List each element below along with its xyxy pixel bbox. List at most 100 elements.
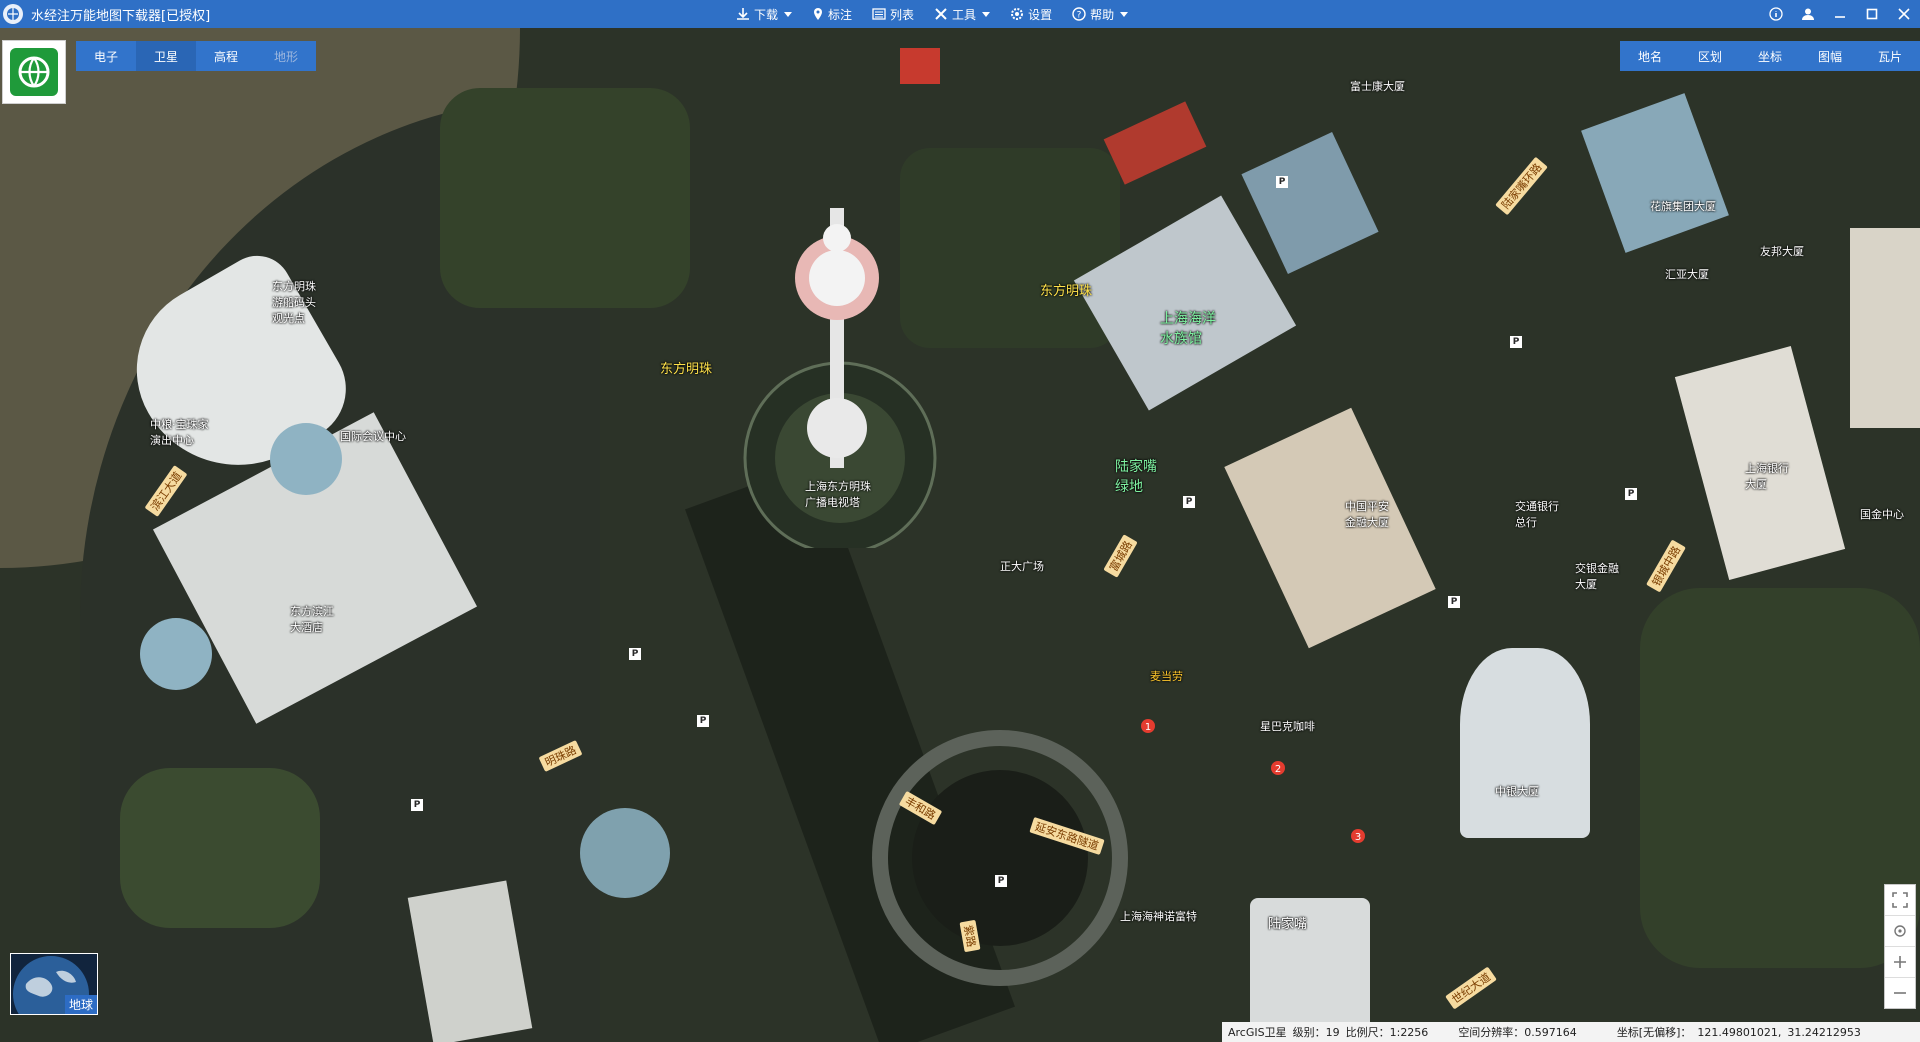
parking-marker[interactable]: P xyxy=(1510,336,1522,348)
globe-label: 地球 xyxy=(64,995,97,1014)
info-button[interactable] xyxy=(1760,0,1792,28)
satellite-map[interactable]: 延安东路隧道 世纪大道 陆家嘴环路 富城路 滨江大道 明珠路 银城中路 丰和路 … xyxy=(0,28,1920,1042)
map-label-shanghai-bank: 上海银行 大厦 xyxy=(1745,462,1789,491)
pingan-tower xyxy=(1224,407,1436,649)
parking-marker[interactable]: P xyxy=(1625,488,1637,500)
map-type-switcher: 电子 卫星 高程 地形 xyxy=(76,41,316,71)
map-label-pier: 东方明珠 游船码头 观光点 xyxy=(272,280,316,325)
riverside-park xyxy=(120,768,320,928)
maximize-button[interactable] xyxy=(1856,0,1888,28)
app-globe-logo[interactable] xyxy=(2,40,66,104)
toggle-place-names[interactable]: 地名 xyxy=(1620,41,1680,71)
toggle-coordinates[interactable]: 坐标 xyxy=(1740,41,1800,71)
east-park xyxy=(1640,588,1920,968)
pedestrian-roundabout xyxy=(872,730,1128,986)
menu-label: 工具 xyxy=(952,7,977,22)
locate-icon xyxy=(1894,925,1906,937)
menu-download[interactable]: 下载 xyxy=(726,0,802,28)
map-label-bank-china: 中银大厦 xyxy=(1495,785,1539,798)
marker-3[interactable]: 3 xyxy=(1350,828,1366,844)
map-label-cafe: 星巴克咖啡 xyxy=(1260,720,1315,733)
globe-view-button[interactable]: 地球 xyxy=(10,953,98,1015)
toggle-districts[interactable]: 区划 xyxy=(1680,41,1740,71)
road-label: 富城路 xyxy=(1103,534,1138,578)
chevron-down-icon xyxy=(1120,11,1129,17)
parking-marker[interactable]: P xyxy=(1183,496,1195,508)
info-icon xyxy=(1769,7,1783,21)
map-label-conv-center: 中粮·宝珠家 演出中心 xyxy=(150,418,209,447)
road-label: 银城中路 xyxy=(1646,539,1686,593)
menu-tools[interactable]: 工具 xyxy=(924,0,1000,28)
app-logo-icon xyxy=(3,4,23,24)
fullscreen-button[interactable] xyxy=(1885,885,1915,916)
list-icon xyxy=(872,8,886,20)
menu-annotate[interactable]: 标注 xyxy=(802,0,862,28)
glass-tower-2 xyxy=(1241,132,1379,274)
locate-button[interactable] xyxy=(1885,916,1915,947)
marker-2[interactable]: 2 xyxy=(1270,760,1286,776)
map-zoom-control xyxy=(1884,884,1916,1009)
parking-marker[interactable]: P xyxy=(995,875,1007,887)
map-label-hsbc: 汇亚大厦 xyxy=(1665,268,1709,281)
toggle-tiles[interactable]: 瓦片 xyxy=(1860,41,1920,71)
menu-label: 下载 xyxy=(754,7,779,22)
maximize-icon xyxy=(1866,8,1878,20)
park-area xyxy=(440,88,690,308)
road-label: 陆家嘴环路 xyxy=(1495,156,1548,216)
app-title: 水经注万能地图下载器[已授权] xyxy=(31,8,211,24)
main-menu: 下载 标注 列表 工具 设置 ? 帮助 xyxy=(726,0,1138,28)
minimize-button[interactable] xyxy=(1824,0,1856,28)
gear-icon xyxy=(1011,8,1024,20)
svg-text:?: ? xyxy=(1077,11,1082,21)
map-label-tower: 上海东方明珠 广播电视塔 xyxy=(805,480,871,509)
status-bar: ArcGIS卫星 级别：19 比例尺：1:2256 空间分辨率：0.597164… xyxy=(1222,1022,1920,1042)
zoom-out-button[interactable] xyxy=(1885,978,1915,1008)
user-icon xyxy=(1802,8,1814,20)
overlay-toolbar: 地名 区划 坐标 图幅 瓦片 xyxy=(1620,41,1920,71)
parking-marker[interactable]: P xyxy=(697,715,709,727)
parking-marker[interactable]: P xyxy=(1276,176,1288,188)
map-source: ArcGIS卫星 xyxy=(1228,1026,1287,1039)
glass-tower-1 xyxy=(1581,93,1729,253)
fullscreen-icon xyxy=(1892,892,1908,908)
window-controls xyxy=(1760,0,1920,28)
map-scale: 比例尺：1:2256 xyxy=(1345,1026,1429,1039)
map-label-jiao-bank: 交银金融 大厦 xyxy=(1575,562,1619,591)
map-label-bank-comm: 交通银行 总行 xyxy=(1515,500,1559,529)
map-label-dongfang-mingzhu: 东方明珠 xyxy=(1040,284,1093,299)
red-roof-building xyxy=(1103,101,1207,185)
plus-icon xyxy=(1894,956,1906,968)
bank-tower xyxy=(1460,648,1590,838)
map-label-hotel-2: 上海海神诺富特 xyxy=(1120,910,1197,923)
map-label-shop1: 正大广场 xyxy=(1000,560,1044,573)
menu-help[interactable]: ? 帮助 xyxy=(1062,0,1138,28)
parking-marker[interactable]: P xyxy=(411,799,423,811)
zoom-in-button[interactable] xyxy=(1885,947,1915,978)
close-button[interactable] xyxy=(1888,0,1920,28)
dome-building-1 xyxy=(270,423,342,495)
map-label-lujiazui: 陆家嘴 xyxy=(1268,917,1308,932)
svg-text:3: 3 xyxy=(1355,832,1361,843)
map-label-aquarium: 上海海洋 水族馆 xyxy=(1160,311,1216,347)
user-button[interactable] xyxy=(1792,0,1824,28)
close-icon xyxy=(1898,8,1910,20)
marker-1[interactable]: 1 xyxy=(1140,718,1156,734)
tab-elevation[interactable]: 高程 xyxy=(196,41,256,71)
tab-satellite[interactable]: 卫星 xyxy=(136,41,196,71)
menu-settings[interactable]: 设置 xyxy=(1000,0,1062,28)
menu-list[interactable]: 列表 xyxy=(862,0,924,28)
toggle-map-sheets[interactable]: 图幅 xyxy=(1800,41,1860,71)
red-roof-building-2 xyxy=(900,48,940,84)
map-label-mcd: 麦当劳 xyxy=(1150,670,1183,683)
menu-label: 设置 xyxy=(1028,7,1053,22)
parking-marker[interactable]: P xyxy=(629,648,641,660)
tab-vector[interactable]: 电子 xyxy=(76,41,136,71)
road-label: 世纪大道 xyxy=(1445,966,1497,1010)
map-label-fuji: 富士康大厦 xyxy=(1350,80,1405,93)
chevron-down-icon xyxy=(982,11,991,17)
menu-label: 列表 xyxy=(890,7,915,22)
parking-marker[interactable]: P xyxy=(1448,596,1460,608)
download-icon xyxy=(737,8,749,20)
tab-terrain[interactable]: 地形 xyxy=(256,41,316,71)
latitude-value: 31.24212953 xyxy=(1787,1025,1861,1039)
